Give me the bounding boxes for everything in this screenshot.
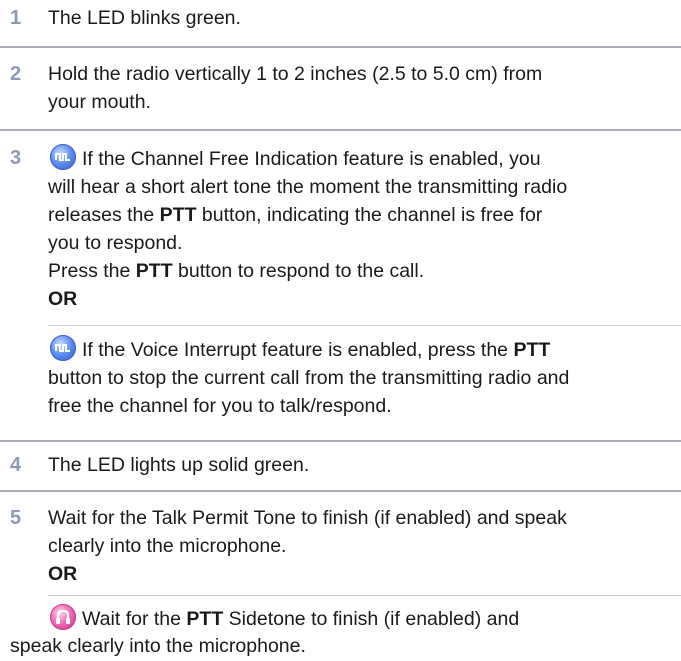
text-segment: Press the xyxy=(48,260,136,282)
ptt-sidetone-feature-icon xyxy=(50,604,76,630)
sub-divider xyxy=(48,325,681,326)
ptt-label: PTT xyxy=(135,260,173,282)
step-text-segment: If the Channel Free Indication feature i… xyxy=(82,148,541,170)
text-segment: releases the xyxy=(48,204,160,226)
text-segment: Sidetone to finish (if enabled) and xyxy=(223,608,520,630)
or-label: OR xyxy=(48,560,663,588)
channel-free-feature-icon xyxy=(50,144,76,170)
voice-interrupt-feature-icon xyxy=(50,335,76,361)
step-line: clearly into the microphone. xyxy=(48,535,287,557)
step-line: Hold the radio vertically 1 to 2 inches … xyxy=(48,63,543,85)
or-text: OR xyxy=(48,563,78,585)
text-segment: button, indicating the channel is free f… xyxy=(196,204,543,226)
step-line: If the Voice Interrupt feature is enable… xyxy=(48,335,663,364)
step-text: The LED lights up solid green. xyxy=(48,451,663,479)
step-number: 1 xyxy=(10,7,22,29)
step-divider xyxy=(0,129,681,131)
step-number: 4 xyxy=(10,454,22,476)
step-line: releases the PTT button, indicating the … xyxy=(48,201,663,229)
step-line: Press the PTT button to respond to the c… xyxy=(48,257,663,285)
step-line: Wait for the Talk Permit Tone to finish … xyxy=(48,507,567,529)
step-line: your mouth. xyxy=(48,91,151,113)
step-number: 2 xyxy=(10,63,22,85)
step-line: Wait for the PTT Sidetone to finish (if … xyxy=(48,604,663,633)
step-line: The LED blinks green. xyxy=(48,7,241,29)
step-line: button to stop the current call from the… xyxy=(48,367,570,389)
step-line: will hear a short alert tone the moment … xyxy=(48,176,568,198)
step-line: speak clearly into the microphone. xyxy=(10,635,306,657)
step-text-alt: If the Voice Interrupt feature is enable… xyxy=(48,335,663,420)
step-divider xyxy=(0,490,681,492)
step-text: Hold the radio vertically 1 to 2 inches … xyxy=(48,60,663,116)
step-number: 5 xyxy=(10,507,22,529)
or-text: OR xyxy=(48,288,78,310)
ptt-label: PTT xyxy=(186,608,224,630)
step-divider xyxy=(0,440,681,442)
sub-divider xyxy=(48,595,681,596)
step-text-alt: Wait for the PTT Sidetone to finish (if … xyxy=(48,604,663,633)
step-text: Wait for the Talk Permit Tone to finish … xyxy=(48,504,663,588)
step-divider xyxy=(0,46,681,48)
step-line: free the channel for you to talk/respond… xyxy=(48,395,392,417)
step-text: If the Channel Free Indication feature i… xyxy=(48,144,663,313)
text-segment: If the Voice Interrupt feature is enable… xyxy=(82,339,514,361)
ptt-label: PTT xyxy=(159,204,197,226)
step-line: The LED lights up solid green. xyxy=(48,454,310,476)
step-number: 3 xyxy=(10,147,22,169)
text-segment: Wait for the xyxy=(82,608,187,630)
step-text: The LED blinks green. xyxy=(48,4,663,32)
step-line: you to respond. xyxy=(48,232,183,254)
step-line-outdent: speak clearly into the microphone. xyxy=(10,632,306,660)
ptt-label: PTT xyxy=(513,339,551,361)
step-line: If the Channel Free Indication feature i… xyxy=(48,144,663,173)
or-label: OR xyxy=(48,285,663,313)
text-segment: button to respond to the call. xyxy=(172,260,425,282)
